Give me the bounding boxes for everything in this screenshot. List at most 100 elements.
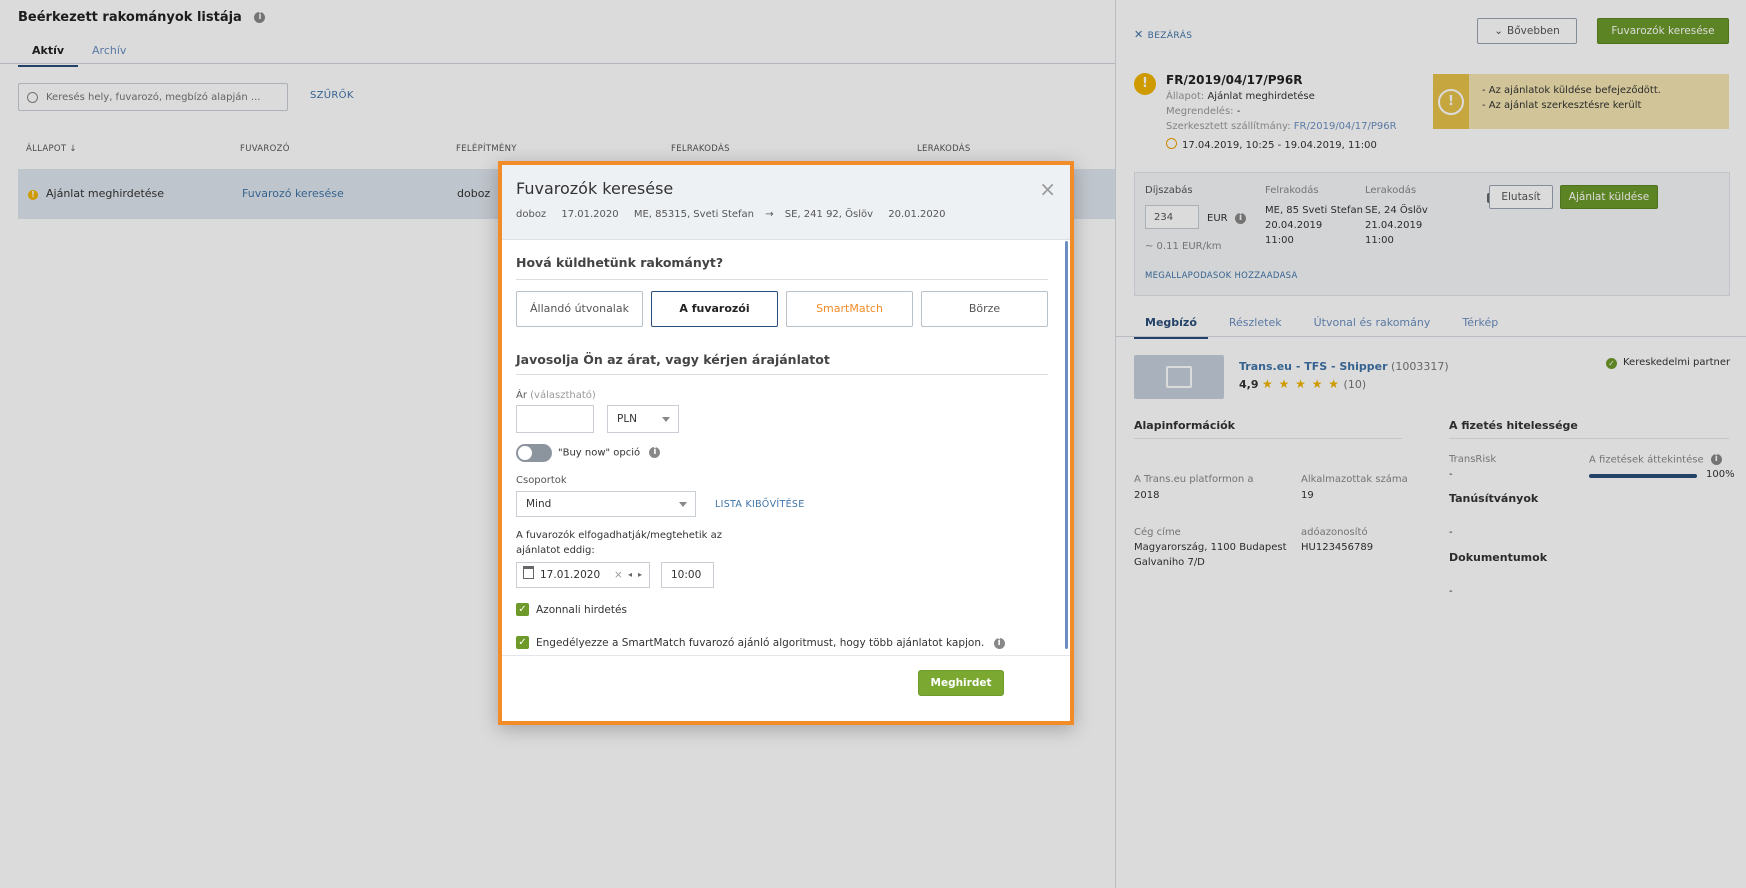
tab-map[interactable]: Térkép (1451, 312, 1509, 339)
certificates-value: - (1449, 527, 1453, 538)
filters-link[interactable]: SZŰRŐK (310, 90, 354, 101)
alert-line-1: - Az ajánlatok küldése befejeződött. (1482, 85, 1661, 96)
destination-divider (516, 279, 1048, 280)
subtitle-unloading-date: 20.01.2020 (888, 209, 946, 220)
close-label: BEZÁRÁS (1147, 31, 1193, 41)
address-label: Cég címe (1134, 527, 1181, 538)
documents-title: Dokumentumok (1449, 551, 1548, 564)
publish-button[interactable]: Meghirdet (918, 670, 1004, 696)
more-button[interactable]: ⌄ Bővebben (1477, 18, 1577, 44)
order-label: Megrendelés: (1166, 106, 1234, 117)
partner-label: Kereskedelmi partner (1623, 357, 1731, 368)
clear-icon[interactable]: × (614, 563, 623, 587)
detail-tabs: Megbízó Részletek Útvonal és rakomány Té… (1134, 312, 1519, 339)
check-icon: ✓ (1606, 358, 1617, 369)
platform-label: A Trans.eu platformon a (1134, 474, 1254, 485)
modal-header: Fuvarozók keresése doboz 17.01.2020 ME, … (502, 165, 1070, 240)
company-name-link[interactable]: Trans.eu - TFS - Shipper (1239, 360, 1388, 373)
search-field[interactable] (18, 83, 288, 111)
tab-details[interactable]: Részletek (1218, 312, 1293, 339)
subtitle-from: ME, 85315, Sveti Stefan (633, 209, 755, 220)
deadline-date-picker[interactable]: 17.01.2020 × ◂ ▸ (516, 562, 650, 588)
tab-principal[interactable]: Megbízó (1134, 312, 1208, 339)
status-label: Állapot: (1166, 91, 1205, 102)
buy-now-text: "Buy now" opció (558, 447, 641, 459)
edited-line: Szerkesztett szállítmány: FR/2019/04/17/… (1166, 121, 1397, 132)
column-body[interactable]: FELÉPÍTMÉNY (456, 144, 517, 154)
option-smartmatch[interactable]: SmartMatch (786, 291, 913, 327)
info-icon[interactable]: i (1235, 213, 1246, 224)
column-status[interactable]: ÁLLAPOT ↓ (26, 144, 77, 154)
instant-ad-checkbox[interactable]: ✓ (516, 603, 529, 616)
expand-list-link[interactable]: LISTA KIBŐVÍTÉSE (715, 499, 805, 510)
company-id: (1003317) (1391, 360, 1449, 373)
order-value: - (1236, 106, 1241, 117)
close-icon[interactable]: × (1039, 179, 1056, 199)
deadline-time-input[interactable]: 10:00 (661, 562, 714, 588)
basic-info-title: Alapinformációk (1134, 419, 1235, 432)
loading-time: 11:00 (1265, 235, 1294, 246)
currency-select[interactable]: PLN (607, 405, 679, 433)
chevron-down-icon: ⌄ (1494, 25, 1504, 37)
subtitle-body: doboz (516, 209, 547, 220)
alert-text: - Az ajánlatok küldése befejeződött. - A… (1482, 83, 1661, 113)
option-permanent-routes[interactable]: Állandó útvonalak (516, 291, 643, 327)
payment-title: A fizetés hitelessége (1449, 419, 1578, 432)
row-carrier-link[interactable]: Fuvarozó keresése (242, 187, 344, 200)
search-input[interactable] (44, 90, 278, 104)
column-loading[interactable]: FELRAKODÁS (671, 144, 730, 154)
buy-now-toggle[interactable] (516, 444, 552, 462)
currency-value: PLN (617, 413, 638, 425)
info-icon[interactable]: i (993, 637, 1005, 649)
row-status-text: Ajánlat meghirdetése (46, 187, 165, 200)
partner-badge: ✓ Kereskedelmi partner (1606, 357, 1730, 369)
clock-icon (1166, 138, 1177, 149)
payment-overview-label: A fizetések áttekintése i (1589, 454, 1722, 466)
deadline-label-line-2: ajánlatot eddig: (516, 545, 595, 556)
info-icon[interactable]: i (254, 12, 266, 23)
search-icon (27, 91, 38, 103)
tax-label: adóazonosító (1301, 527, 1368, 538)
date-range: 17.04.2019, 10:25 - 19.04.2019, 11:00 (1166, 138, 1377, 151)
option-exchange[interactable]: Börze (921, 291, 1048, 327)
detail-tabs-divider (1116, 336, 1746, 337)
column-unloading[interactable]: LERAKODÁS (917, 144, 971, 154)
info-icon[interactable]: i (649, 447, 661, 458)
company-logo (1134, 355, 1224, 399)
modal-footer-divider (502, 655, 1070, 656)
column-carrier[interactable]: FUVAROZÓ (240, 144, 290, 154)
tab-route[interactable]: Útvonal és rakomány (1303, 312, 1442, 339)
chevron-down-icon (679, 502, 687, 507)
status-line: Állapot: Ajánlat meghirdetése (1166, 91, 1315, 102)
modal-title: Fuvarozók keresése (516, 179, 674, 198)
smartmatch-checkbox[interactable]: ✓ (516, 636, 529, 649)
search-carriers-button[interactable]: Fuvarozók keresése (1597, 18, 1729, 44)
add-agreements-link[interactable]: MEGALLAPODASOK HOZZAADASA (1145, 271, 1298, 281)
groups-select[interactable]: Mind (516, 491, 696, 517)
unloading-place: SE, 24 Öslöv (1365, 205, 1428, 216)
close-panel-button[interactable]: ✕ BEZÁRÁS (1134, 28, 1192, 41)
price-input[interactable] (516, 405, 594, 433)
platform-value: 2018 (1134, 490, 1160, 501)
tabs-divider (0, 63, 1115, 64)
search-carriers-modal: Fuvarozók keresése doboz 17.01.2020 ME, … (498, 161, 1074, 725)
basic-info-divider (1134, 438, 1402, 439)
payment-overview-text: A fizetések áttekintése (1589, 454, 1704, 466)
send-offer-button[interactable]: Ajánlat küldése (1560, 185, 1658, 209)
subtitle-to: SE, 241 92, Öslöv (784, 209, 874, 220)
modal-scrollbar[interactable] (1065, 241, 1068, 649)
star-icons: ★ ★ ★ ★ ★ (1262, 377, 1341, 391)
reject-button[interactable]: Elutasít (1489, 185, 1553, 209)
info-icon[interactable]: i (1710, 454, 1722, 465)
alert-box: ! - Az ajánlatok küldése befejeződött. -… (1433, 74, 1729, 129)
groups-value: Mind (526, 498, 552, 510)
alert-icon: ! (1438, 88, 1464, 115)
price-input[interactable]: 234 (1145, 205, 1199, 229)
chevron-left-icon[interactable]: ◂ (628, 563, 632, 587)
deadline-date-value: 17.01.2020 (540, 569, 601, 581)
chevron-right-icon[interactable]: ▸ (638, 563, 642, 587)
edited-link[interactable]: FR/2019/04/17/P96R (1294, 121, 1397, 132)
table-header: ÁLLAPOT ↓ FUVAROZÓ FELÉPÍTMÉNY FELRAKODÁ… (0, 140, 1115, 158)
unloading-date: 21.04.2019 (1365, 220, 1423, 231)
option-own-carriers[interactable]: A fuvarozói (651, 291, 778, 327)
